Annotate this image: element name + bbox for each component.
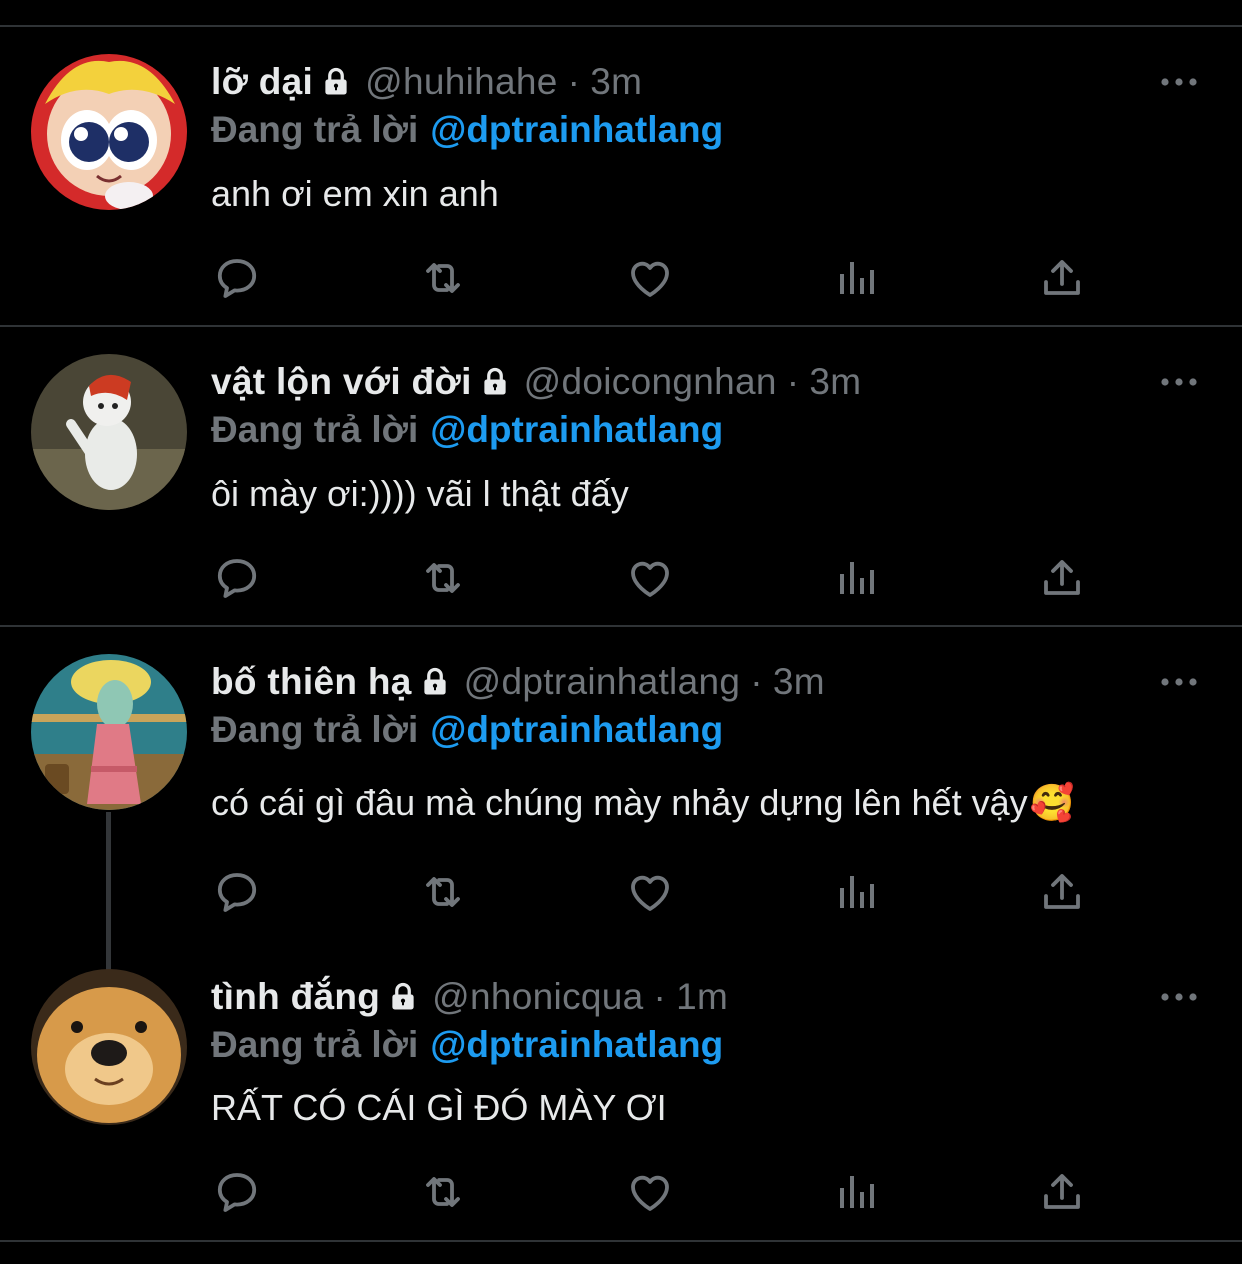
- more-icon[interactable]: [1157, 662, 1201, 702]
- tweet-text: ôi mày ơi:)))) vãi l thật đấy: [211, 469, 631, 519]
- reply-icon[interactable]: [212, 1167, 262, 1217]
- timestamp[interactable]: 3m: [809, 361, 861, 403]
- tweet-emoji: 🥰: [1029, 782, 1075, 823]
- tweet-text: có cái gì đâu mà chúng mày nhảy dựng lên…: [211, 778, 1074, 828]
- analytics-icon[interactable]: [831, 867, 881, 917]
- heart-icon[interactable]: [625, 253, 675, 303]
- tweet-text: anh ơi em xin anh: [211, 169, 501, 219]
- lock-icon: [388, 981, 418, 1013]
- replying-to: Đang trả lời @dptrainhatlang: [211, 405, 723, 455]
- bottom-divider: [0, 1240, 1242, 1242]
- avatar[interactable]: [31, 654, 187, 810]
- heart-icon[interactable]: [625, 1167, 675, 1217]
- replying-to-user[interactable]: @dptrainhatlang: [430, 409, 723, 451]
- heart-icon[interactable]: [625, 867, 675, 917]
- replying-to: Đang trả lời @dptrainhatlang: [211, 1020, 723, 1070]
- tweet-text-content: anh ơi em xin anh: [211, 173, 499, 214]
- tweet-divider: [0, 625, 1242, 627]
- share-icon[interactable]: [1037, 253, 1087, 303]
- heart-icon[interactable]: [625, 553, 675, 603]
- tweet-text-content: RẤT CÓ CÁI GÌ ĐÓ MÀY ƠI: [211, 1087, 667, 1128]
- tweet[interactable]: vật lộn với đời @doicongnhan · 3m Đang t…: [0, 354, 1242, 614]
- reply-icon[interactable]: [212, 253, 262, 303]
- retweet-icon[interactable]: [418, 1167, 468, 1217]
- username[interactable]: @huhihahe: [365, 61, 558, 103]
- lock-icon: [420, 666, 450, 698]
- separator: ·: [653, 976, 667, 1017]
- avatar[interactable]: [31, 54, 187, 210]
- retweet-icon[interactable]: [418, 867, 468, 917]
- retweet-icon[interactable]: [418, 253, 468, 303]
- share-icon[interactable]: [1037, 1167, 1087, 1217]
- tweet-text: RẤT CÓ CÁI GÌ ĐÓ MÀY ƠI: [211, 1083, 669, 1133]
- share-icon[interactable]: [1037, 867, 1087, 917]
- avatar[interactable]: [31, 969, 187, 1125]
- username[interactable]: @dptrainhatlang: [464, 661, 741, 703]
- username[interactable]: @nhonicqua: [432, 976, 643, 1018]
- lock-icon: [480, 366, 510, 398]
- lock-icon: [321, 66, 351, 98]
- analytics-icon[interactable]: [831, 253, 881, 303]
- replying-to: Đang trả lời @dptrainhatlang: [211, 705, 723, 755]
- timestamp[interactable]: 3m: [773, 661, 825, 703]
- separator: ·: [567, 61, 581, 102]
- timestamp[interactable]: 3m: [590, 61, 642, 103]
- more-icon[interactable]: [1157, 977, 1201, 1017]
- analytics-icon[interactable]: [831, 553, 881, 603]
- replying-to-user[interactable]: @dptrainhatlang: [430, 709, 723, 751]
- tweet-divider: [0, 325, 1242, 327]
- tweet[interactable]: tình đắng @nhonicqua · 1m Đang trả lời @…: [0, 969, 1242, 1231]
- replying-to-label: Đang trả lời: [211, 709, 419, 750]
- tweet[interactable]: bố thiên hạ @dptrainhatlang · 3m Đang tr…: [0, 654, 1242, 934]
- replying-to-user[interactable]: @dptrainhatlang: [430, 1024, 723, 1066]
- separator: ·: [750, 661, 763, 702]
- tweet-text-content: ôi mày ơi:)))) vãi l thật đấy: [211, 473, 629, 514]
- tweet[interactable]: lỡ dại @huhihahe · 3m Đang trả lời @dptr…: [0, 54, 1242, 314]
- retweet-icon[interactable]: [418, 553, 468, 603]
- display-name[interactable]: bố thiên hạ: [211, 661, 412, 703]
- share-icon[interactable]: [1037, 553, 1087, 603]
- analytics-icon[interactable]: [831, 1167, 881, 1217]
- replying-to-label: Đang trả lời: [211, 1024, 419, 1065]
- tweet-text-content: có cái gì đâu mà chúng mày nhảy dựng lên…: [211, 782, 1028, 823]
- replying-to-label: Đang trả lời: [211, 109, 419, 150]
- more-icon[interactable]: [1157, 62, 1201, 102]
- more-icon[interactable]: [1157, 362, 1201, 402]
- display-name[interactable]: lỡ dại: [211, 61, 313, 103]
- reply-icon[interactable]: [212, 553, 262, 603]
- display-name[interactable]: vật lộn với đời: [211, 361, 472, 403]
- timestamp[interactable]: 1m: [676, 976, 728, 1018]
- top-divider: [0, 25, 1242, 27]
- replying-to-user[interactable]: @dptrainhatlang: [430, 109, 723, 151]
- separator: ·: [786, 361, 800, 402]
- replying-to: Đang trả lời @dptrainhatlang: [211, 105, 723, 155]
- reply-icon[interactable]: [212, 867, 262, 917]
- username[interactable]: @doicongnhan: [524, 361, 777, 403]
- replying-to-label: Đang trả lời: [211, 409, 419, 450]
- display-name[interactable]: tình đắng: [211, 976, 380, 1018]
- avatar[interactable]: [31, 354, 187, 510]
